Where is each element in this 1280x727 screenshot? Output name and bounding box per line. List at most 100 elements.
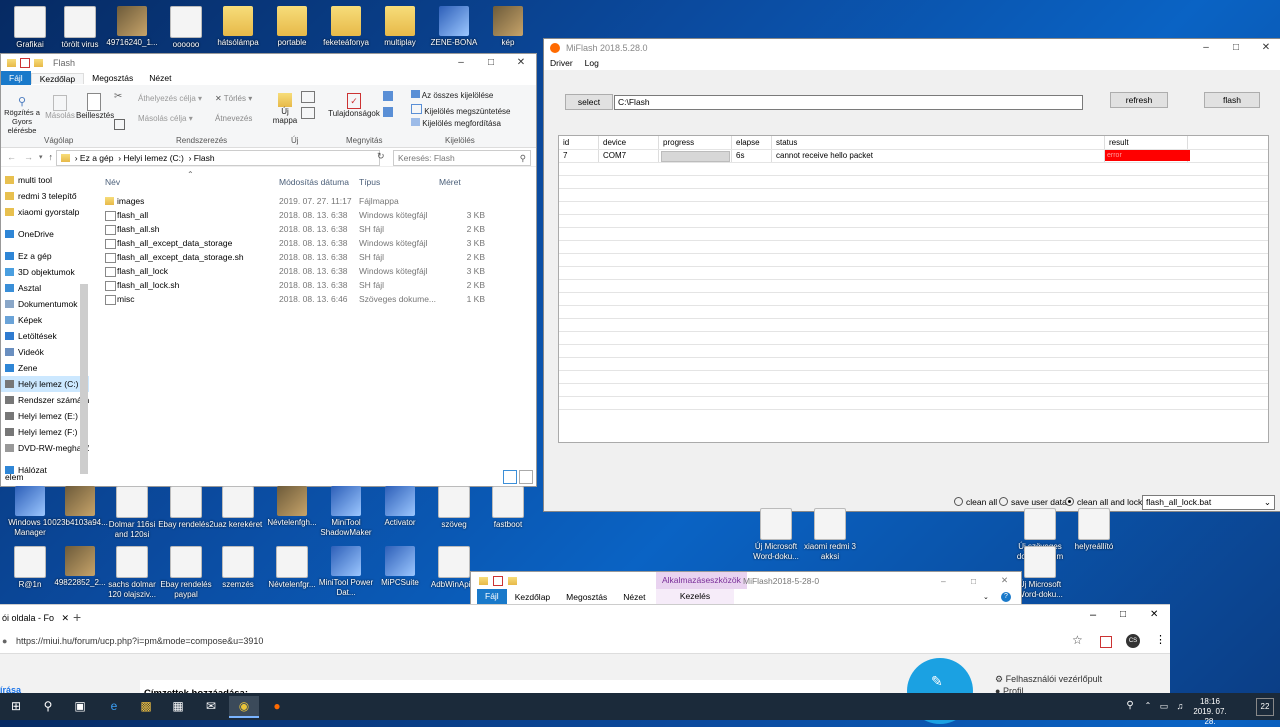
move-to-button[interactable]: Áthelyezés célja ▾ [138, 94, 202, 103]
avatar[interactable]: CS [1126, 634, 1140, 648]
refresh-button[interactable]: refresh [1110, 92, 1168, 108]
new-item-icon[interactable] [301, 91, 315, 103]
tab-file[interactable]: Fájl [1, 71, 31, 85]
easy-access-icon[interactable] [301, 107, 315, 119]
volume-icon[interactable]: ♫ [1172, 698, 1188, 714]
nav-item[interactable]: Helyi lemez (E:) [1, 408, 89, 424]
desktop-icon[interactable]: Új Microsoft Word-doku... [746, 508, 806, 562]
desktop-icon[interactable]: oooooo [156, 6, 216, 50]
close-button[interactable]: ✕ [506, 57, 536, 68]
desktop-icon[interactable]: szemzés [208, 546, 268, 590]
invert-selection-button[interactable]: Kijelölés megfordítása [411, 118, 501, 128]
desktop-icon[interactable]: Activator [370, 486, 430, 528]
address-box[interactable]: › Ez a gép › Helyi lemez (C:) › Flash [56, 150, 380, 166]
properties-quick-icon[interactable] [20, 57, 30, 68]
recent-icon[interactable]: ▾ [39, 153, 43, 161]
task-view-icon[interactable]: ▣ [72, 698, 88, 714]
tab-share[interactable]: Megosztás [84, 73, 141, 83]
pin-button[interactable]: ⚲ Rögzítés a Gyors elérésbe [1, 95, 43, 135]
details-view-icon[interactable] [503, 470, 517, 484]
option-clean-all[interactable]: clean all [954, 497, 997, 507]
tab-file[interactable]: Fájl [477, 589, 507, 604]
radio-clean-all[interactable] [954, 497, 963, 506]
help-icon[interactable]: ? [1001, 591, 1011, 602]
bookmark-star-icon[interactable]: ☆ [1072, 633, 1083, 647]
search-icon[interactable]: ⚲ [40, 698, 56, 714]
extension-icon[interactable] [1100, 636, 1112, 648]
network-icon[interactable]: ▭ [1156, 698, 1172, 714]
large-icons-view-icon[interactable] [519, 470, 533, 484]
desktop-icon[interactable]: 49716240_1... [102, 6, 162, 48]
chrome-taskbar-icon[interactable]: ◉ [229, 696, 259, 718]
col-device[interactable]: device [599, 136, 659, 149]
copy-to-button[interactable]: Másolás célja ▾ [138, 114, 193, 123]
breadcrumb-this-pc[interactable]: Ez a gép [80, 153, 114, 163]
col-size[interactable]: Méret [439, 177, 461, 187]
minimize-button[interactable]: – [1191, 42, 1221, 53]
tab-manage[interactable]: Kezelés [656, 589, 734, 604]
nav-item[interactable]: Ez a gép [1, 248, 89, 264]
minimize-button[interactable]: – [941, 576, 946, 586]
desktop-icon[interactable]: MiniTool ShadowMaker [316, 486, 376, 538]
edge-icon[interactable]: e [106, 698, 122, 714]
nav-item[interactable]: Képek [1, 312, 89, 328]
forward-icon[interactable]: → [24, 152, 33, 162]
back-icon[interactable]: ← [7, 152, 16, 162]
edit-icon[interactable] [383, 107, 393, 117]
desktop-icon[interactable]: portable [262, 6, 322, 48]
col-date[interactable]: Módosítás dátuma [279, 177, 349, 187]
minimize-button[interactable]: – [1090, 609, 1096, 621]
miflash-taskbar-icon[interactable]: ● [269, 698, 285, 714]
maximize-button[interactable]: □ [476, 57, 506, 68]
nav-item[interactable]: Letöltések [1, 328, 89, 344]
tab-home[interactable]: Kezdőlap [30, 72, 85, 84]
search-input[interactable]: Keresés: Flash ⚲ [393, 150, 531, 166]
store-icon[interactable]: ▦ [170, 698, 186, 714]
desktop-icon[interactable]: feketeáfonya [316, 6, 376, 48]
delete-button[interactable]: ✕ Törlés ▾ [215, 94, 252, 103]
properties-button[interactable]: ✓ Tulajdonságok [327, 93, 381, 118]
col-progress[interactable]: progress [659, 136, 732, 149]
start-button[interactable]: ⊞ [8, 698, 24, 714]
desktop-icon[interactable]: Ebay rendelés2 [156, 486, 216, 530]
close-button[interactable]: ✕ [1251, 42, 1280, 53]
select-all-button[interactable]: Az összes kijelölése [411, 90, 493, 100]
nav-item[interactable]: Rendszer számára [1, 392, 89, 408]
file-row[interactable]: images 2019. 07. 27. 11:17 Fájlmappa [99, 194, 489, 208]
file-row[interactable]: flash_all_except_data_storage 2018. 08. 1… [99, 236, 489, 250]
file-row[interactable]: flash_all_lock 2018. 08. 13. 6:38 Windows … [99, 264, 489, 278]
col-id[interactable]: id [559, 136, 599, 149]
tab-share[interactable]: Megosztás [558, 592, 615, 602]
maximize-button[interactable]: □ [1120, 609, 1126, 620]
file-row[interactable]: flash_all_lock.sh 2018. 08. 13. 6:38 SH fá… [99, 278, 489, 292]
desktop-icon[interactable]: hátsólámpa [208, 6, 268, 48]
refresh-icon[interactable]: ↻ [377, 151, 385, 162]
desktop-icon[interactable]: szöveg [424, 486, 484, 530]
nav-item[interactable]: 3D objektumok [1, 264, 89, 280]
cut-icon[interactable]: ✂ [114, 91, 122, 102]
tab-view[interactable]: Nézet [141, 73, 179, 83]
nav-item[interactable]: Helyi lemez (F:) [1, 424, 89, 440]
maximize-button[interactable]: □ [971, 576, 976, 586]
nav-item[interactable]: Helyi lemez (C:) [1, 376, 89, 392]
new-folder-button[interactable]: Új mappa [271, 93, 299, 125]
new-tab-button[interactable]: + [73, 609, 81, 625]
breadcrumb-flash[interactable]: Flash [194, 153, 215, 163]
desktop-icon[interactable]: MiPCSuite [370, 546, 430, 588]
nav-item[interactable]: redmi 3 telepítő [1, 188, 89, 204]
new-folder-quick-icon[interactable] [508, 576, 517, 585]
paste-button[interactable]: Beillesztés [76, 93, 114, 120]
option-save-user-data[interactable]: save user data [999, 497, 1067, 507]
menu-driver[interactable]: Driver [544, 58, 579, 68]
tray-chevron-icon[interactable]: ⌃ [1140, 698, 1156, 714]
col-result[interactable]: result [1105, 136, 1188, 149]
tab-view[interactable]: Nézet [615, 592, 653, 602]
clock[interactable]: 18:16 2019. 07. 28. [1190, 697, 1230, 727]
paste-shortcut-icon[interactable] [114, 119, 125, 130]
nav-item[interactable]: Dokumentumok [1, 296, 89, 312]
option-clean-all-lock[interactable]: clean all and lock [1065, 497, 1142, 507]
desktop-icon[interactable]: Ebay rendelés paypal [156, 546, 216, 600]
desktop-icon[interactable]: 49822852_2... [50, 546, 110, 588]
tab-home[interactable]: Kezdőlap [507, 592, 558, 602]
desktop-icon[interactable]: törölt virus [50, 6, 110, 50]
